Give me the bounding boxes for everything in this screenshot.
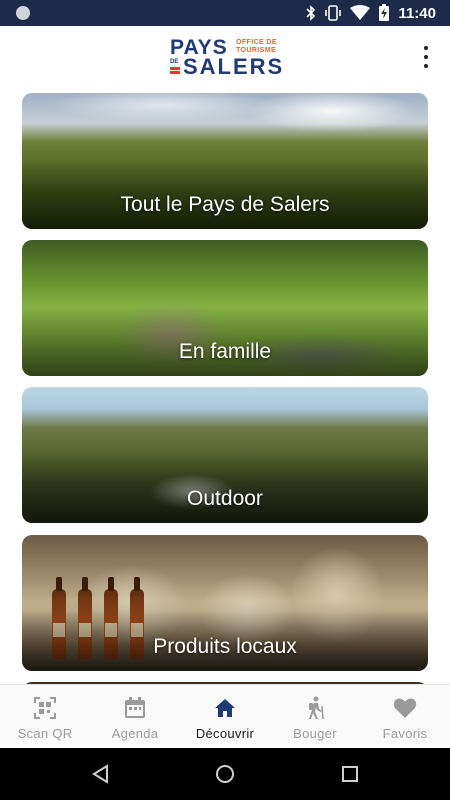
logo-tagline: OFFICE DE TOURISME bbox=[236, 39, 277, 55]
hiker-icon bbox=[302, 696, 328, 720]
category-card-tout-le-pays[interactable]: Tout le Pays de Salers bbox=[22, 93, 428, 229]
status-icons: 11:40 bbox=[306, 4, 436, 22]
logo-flag-stripe bbox=[170, 71, 180, 74]
logo-de: DE bbox=[170, 59, 179, 65]
nav-bouger[interactable]: Bouger bbox=[270, 685, 360, 748]
nav-label: Favoris bbox=[382, 726, 428, 741]
qr-code-icon bbox=[32, 696, 58, 720]
back-icon[interactable] bbox=[88, 762, 112, 786]
status-bar: 11:40 bbox=[0, 0, 450, 26]
nav-label: Bouger bbox=[293, 726, 337, 741]
logo-flag-stripe bbox=[170, 67, 180, 70]
category-card-en-famille[interactable]: En famille bbox=[22, 240, 428, 376]
category-label: Tout le Pays de Salers bbox=[120, 193, 330, 216]
nav-label: Scan QR bbox=[17, 726, 73, 741]
app-header: PAYS OFFICE DE TOURISME DE SALERS bbox=[0, 26, 450, 88]
nav-decouvrir[interactable]: Découvrir bbox=[180, 685, 270, 748]
home-circle-icon[interactable] bbox=[213, 762, 237, 786]
system-navigation-bar bbox=[0, 748, 450, 800]
pays-de-salers-logo[interactable]: PAYS OFFICE DE TOURISME DE SALERS bbox=[170, 37, 290, 79]
nav-label: Agenda bbox=[111, 726, 159, 741]
category-card-produits-locaux[interactable]: Produits locaux bbox=[22, 535, 428, 671]
category-label: Produits locaux bbox=[153, 635, 297, 658]
logo-tagline-1: OFFICE DE bbox=[236, 39, 277, 46]
bluetooth-icon bbox=[306, 5, 316, 21]
category-list[interactable]: Tout le Pays de Salers En famille Outdoo… bbox=[0, 88, 450, 684]
recents-icon[interactable] bbox=[338, 762, 362, 786]
bottom-navigation: Scan QR Agenda Découvrir Bouger Favoris bbox=[0, 684, 450, 748]
nav-label: Découvrir bbox=[195, 726, 255, 741]
logo-tagline-2: TOURISME bbox=[236, 47, 277, 54]
category-label: En famille bbox=[178, 340, 272, 363]
more-vert-icon[interactable] bbox=[422, 46, 430, 68]
vibrate-icon bbox=[325, 5, 342, 21]
notification-icon bbox=[16, 6, 30, 20]
nav-agenda[interactable]: Agenda bbox=[90, 685, 180, 748]
logo-line2: SALERS bbox=[183, 54, 285, 79]
nav-scan-qr[interactable]: Scan QR bbox=[0, 685, 90, 748]
clock: 11:40 bbox=[398, 4, 436, 22]
heart-icon bbox=[392, 696, 418, 720]
nav-favoris[interactable]: Favoris bbox=[360, 685, 450, 748]
category-label: Outdoor bbox=[187, 487, 263, 510]
calendar-icon bbox=[122, 696, 148, 720]
wifi-icon bbox=[350, 5, 371, 20]
category-card-outdoor[interactable]: Outdoor bbox=[22, 387, 428, 523]
battery-charging-icon bbox=[379, 4, 390, 21]
home-icon bbox=[212, 696, 238, 720]
